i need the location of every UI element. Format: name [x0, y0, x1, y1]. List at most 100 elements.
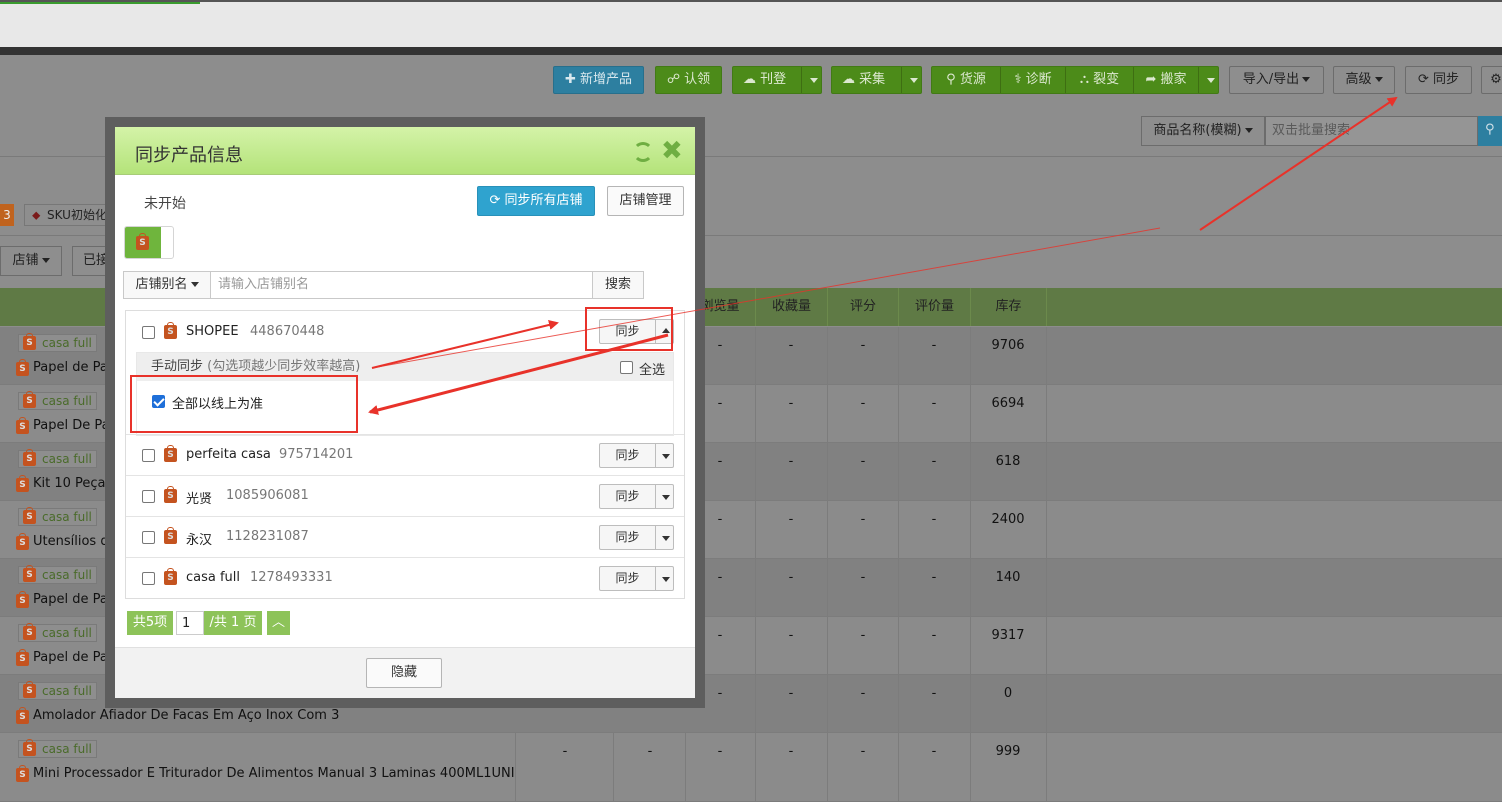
chevron-down-icon[interactable]	[662, 577, 670, 582]
store-checkbox[interactable]	[142, 326, 155, 339]
stock-value: 9317	[991, 628, 1025, 643]
cell-value: -	[562, 744, 568, 759]
store-sync-button[interactable]: 同步	[599, 484, 674, 509]
cloud-upload-icon: ☁	[743, 72, 756, 87]
chevron-down-icon[interactable]	[662, 536, 670, 541]
stock-value: 999	[995, 744, 1021, 759]
search-button[interactable]: ⚲	[1478, 116, 1502, 146]
sync-all-stores-button[interactable]: ⟳ 同步所有店铺	[477, 186, 595, 216]
count-badge[interactable]: 3	[0, 204, 14, 226]
store-checkbox[interactable]	[142, 490, 155, 503]
sync-label: 同步	[600, 526, 656, 549]
reviews-value: -	[931, 744, 937, 759]
claim-button[interactable]: ☍ 认领	[655, 66, 722, 94]
column-header-favorites[interactable]: 收藏量	[756, 288, 827, 326]
store-checkbox[interactable]	[142, 572, 155, 585]
select-all-checkbox[interactable]	[620, 361, 633, 374]
store-item[interactable]: 永汉 1128231087 同步	[126, 517, 684, 558]
store-search-button[interactable]: 搜索	[592, 271, 644, 299]
column-divider	[755, 327, 756, 802]
column-divider	[827, 327, 828, 802]
search-field-label: 商品名称(模糊)	[1153, 123, 1242, 138]
search-input[interactable]: 双击批量搜索	[1265, 116, 1478, 146]
shop-tag-label: casa full	[42, 452, 92, 466]
shop-tag[interactable]: casa full	[18, 449, 97, 468]
store-item[interactable]: 光贤 1085906081 同步	[126, 476, 684, 517]
refresh-icon: ⟳	[489, 193, 501, 208]
store-manage-button[interactable]: 店铺管理	[607, 186, 684, 216]
store-filter-button[interactable]: 店铺	[0, 246, 62, 276]
reviews-value: -	[931, 570, 937, 585]
store-item[interactable]: casa full 1278493331 同步	[126, 558, 684, 599]
shopee-icon	[23, 449, 36, 466]
store-checkbox[interactable]	[142, 531, 155, 544]
platform-tab-shopee[interactable]	[124, 226, 174, 259]
store-item[interactable]: perfeita casa 975714201 同步	[126, 435, 684, 476]
new-product-button[interactable]: ✚ 新增产品	[553, 66, 644, 94]
hide-button[interactable]: 隐藏	[366, 658, 442, 688]
settings-button[interactable]: ⚙	[1481, 66, 1502, 94]
store-checkbox[interactable]	[142, 449, 155, 462]
shop-tag[interactable]: casa full	[18, 739, 97, 758]
shopee-icon	[23, 391, 36, 408]
advanced-button[interactable]: 高级	[1333, 66, 1395, 94]
shop-tag[interactable]: casa full	[18, 565, 97, 584]
chevron-down-icon[interactable]	[810, 78, 818, 83]
stethoscope-icon: ⚕	[1014, 72, 1022, 87]
shop-tag[interactable]: casa full	[18, 391, 97, 410]
source-button[interactable]: ⚲ 货源	[932, 67, 1000, 93]
reviews-value: -	[931, 686, 937, 701]
sync-label: 同步	[600, 444, 656, 467]
store-id: 448670448	[250, 324, 325, 339]
shopee-icon	[16, 591, 29, 608]
sync-button[interactable]: ⟳ 同步	[1405, 66, 1472, 94]
rating-value: -	[860, 338, 866, 353]
store-sync-button[interactable]: 同步	[599, 525, 674, 550]
rating-value: -	[860, 454, 866, 469]
shop-tag[interactable]: casa full	[18, 623, 97, 642]
tool-button-group: ⚲ 货源 ⚕ 诊断 ⛬ 裂变 ➦ 搬家	[931, 66, 1219, 94]
rating-value: -	[860, 628, 866, 643]
rating-value: -	[860, 512, 866, 527]
shop-tag-label: casa full	[42, 394, 92, 408]
import-export-button[interactable]: 导入/导出	[1229, 66, 1324, 94]
source-label: 货源	[959, 72, 986, 87]
cell-value: -	[647, 744, 653, 759]
shopee-icon	[23, 565, 36, 582]
store-alias-input[interactable]: 请输入店铺别名	[211, 271, 593, 299]
column-header-rating[interactable]: 评分	[828, 288, 898, 326]
claim-label: 认领	[684, 72, 711, 87]
store-alias-select[interactable]: 店铺别名	[123, 271, 211, 299]
chevron-down-icon[interactable]	[662, 495, 670, 500]
store-sync-button[interactable]: 同步	[599, 566, 674, 591]
column-divider	[1046, 288, 1047, 326]
rating-value: -	[860, 396, 866, 411]
shop-tag[interactable]: casa full	[18, 681, 97, 700]
shop-tag[interactable]: casa full	[18, 333, 97, 352]
close-icon[interactable]: ✖	[661, 138, 683, 164]
diagnose-button[interactable]: ⚕ 诊断	[1001, 67, 1065, 93]
product-title[interactable]: Amolador Afiador De Facas Em Aço Inox Co…	[33, 708, 339, 723]
chevron-down-icon[interactable]	[1207, 78, 1215, 83]
chevron-up-icon[interactable]: ︿	[267, 611, 290, 635]
column-header-stock[interactable]: 库存	[971, 288, 1046, 326]
split-button[interactable]: ⛬ 裂变	[1066, 67, 1133, 93]
publish-button[interactable]: ☁ 刊登	[732, 66, 822, 94]
chevron-down-icon[interactable]	[910, 78, 918, 83]
column-header-reviews[interactable]: 评价量	[899, 288, 970, 326]
page-input[interactable]: 1	[176, 611, 204, 635]
reviews-value: -	[931, 338, 937, 353]
search-field-select[interactable]: 商品名称(模糊)	[1141, 116, 1265, 146]
stock-value: 6694	[991, 396, 1025, 411]
store-sync-button[interactable]: 同步	[599, 443, 674, 468]
store-name: SHOPEE	[186, 324, 239, 339]
move-button[interactable]: ➦ 搬家	[1134, 67, 1198, 93]
product-title[interactable]: Mini Processador E Triturador De Aliment…	[33, 766, 515, 781]
store-name: 光贤	[186, 492, 213, 507]
collect-button[interactable]: ☁ 采集	[831, 66, 922, 94]
shop-tag[interactable]: casa full	[18, 507, 97, 526]
table-row[interactable]: casa full Mini Processador E Triturador …	[0, 733, 1502, 802]
refresh-icon[interactable]	[633, 142, 653, 162]
shopee-icon	[16, 707, 29, 724]
chevron-down-icon[interactable]	[662, 454, 670, 459]
